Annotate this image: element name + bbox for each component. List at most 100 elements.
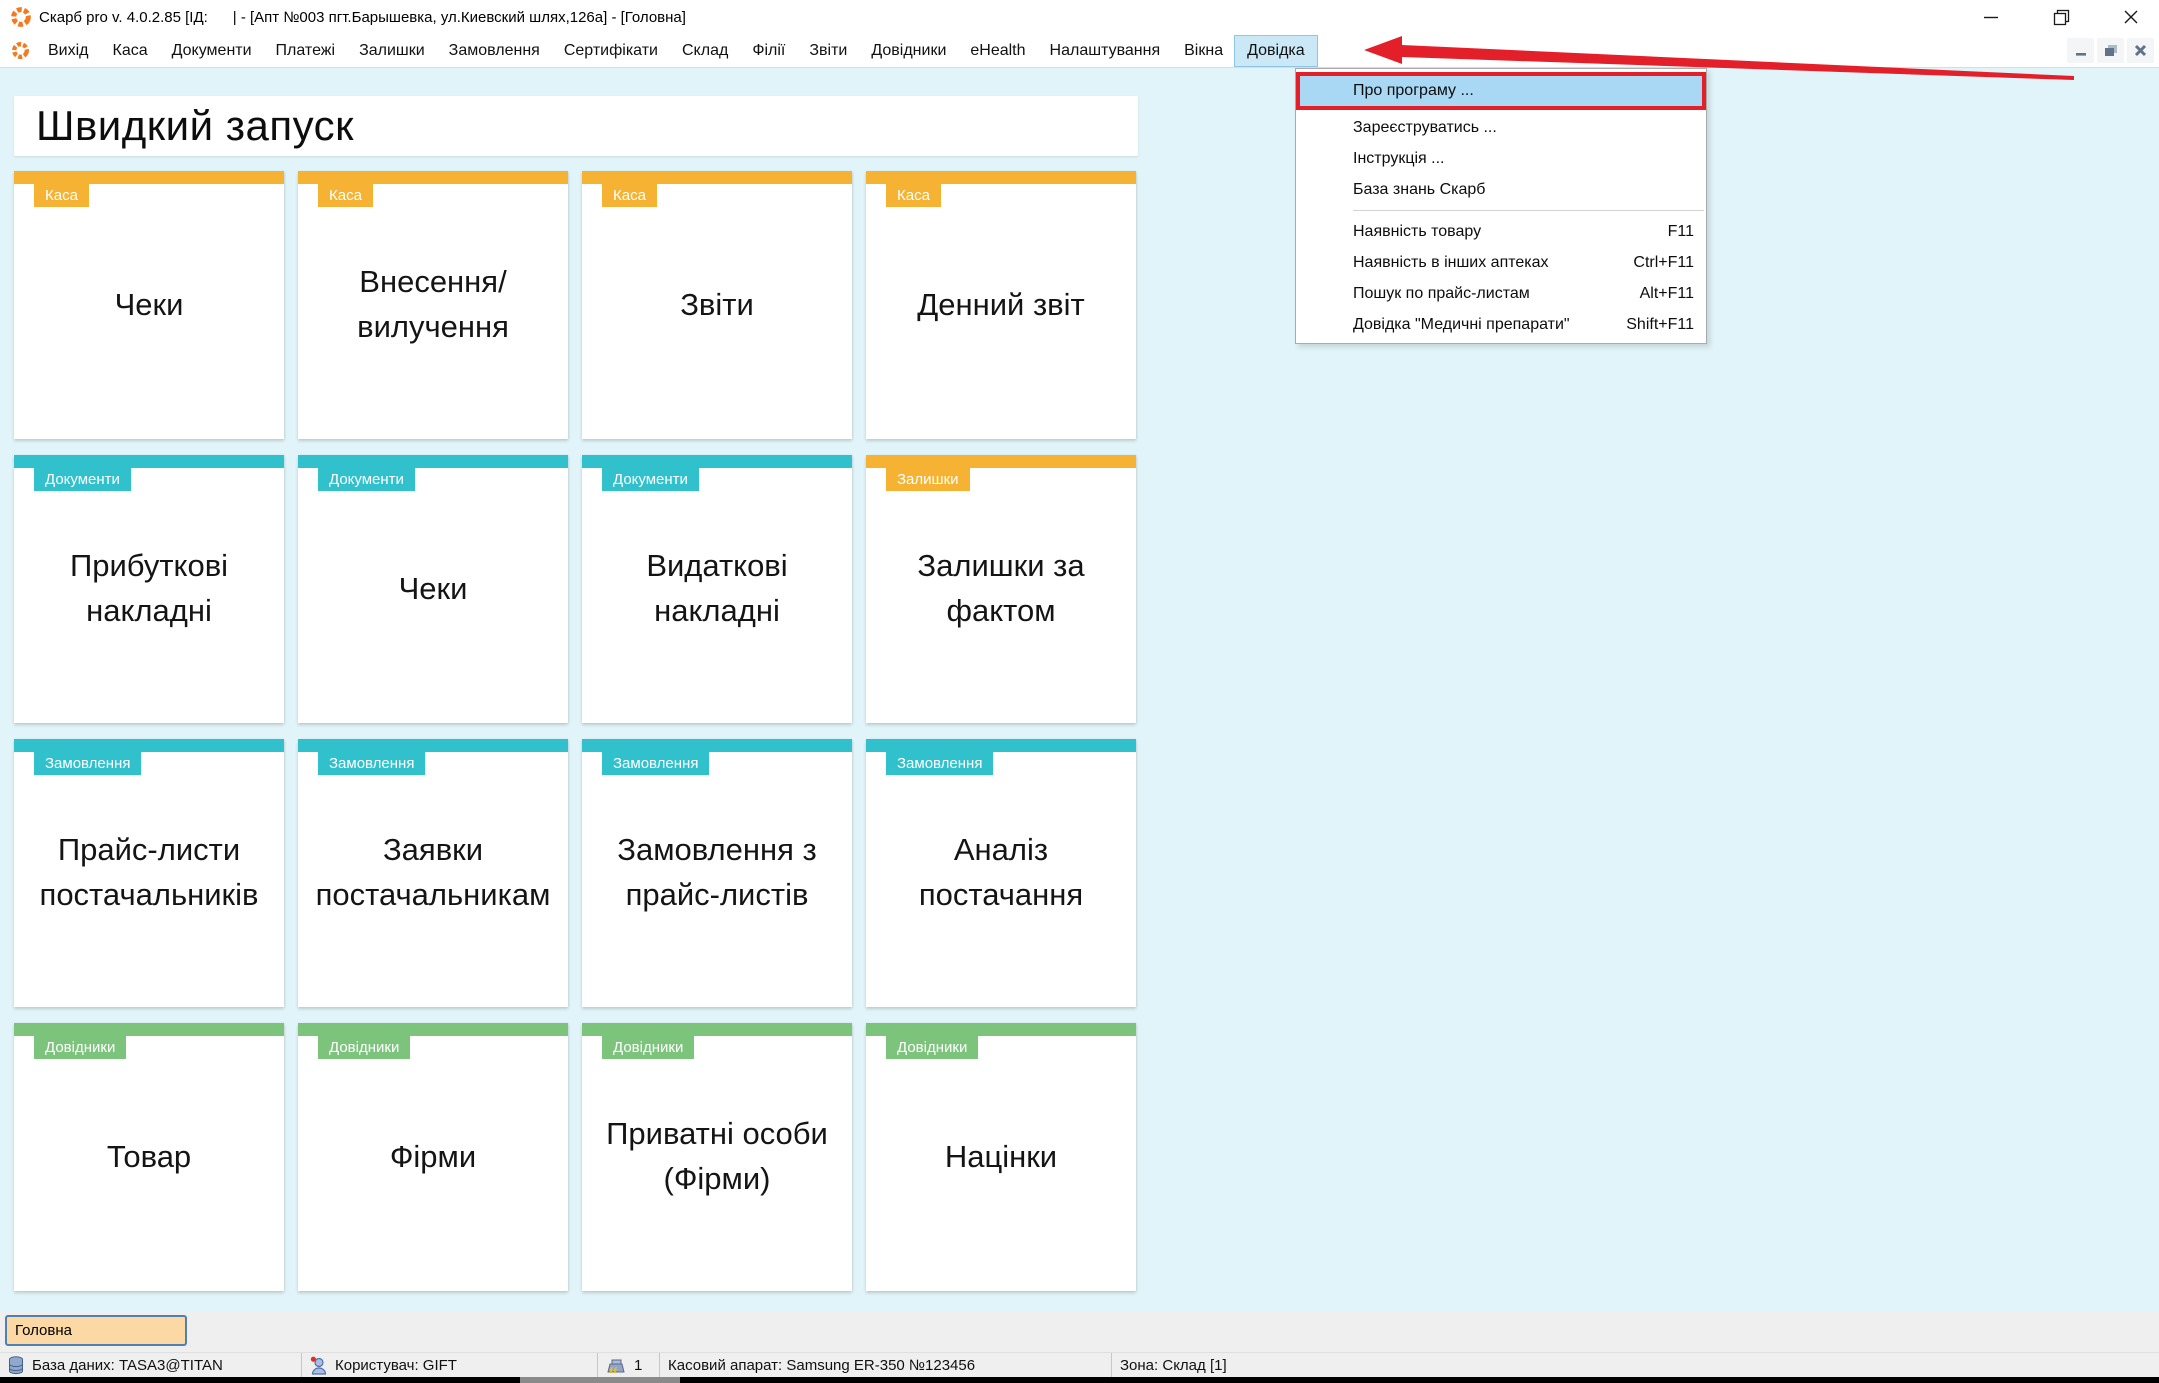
close-icon <box>2123 9 2139 25</box>
tile-zamovlennia-z-prais-lystiv[interactable]: Замовлення Замовлення з прайс-листів <box>582 739 852 1007</box>
menu-item-vykhid[interactable]: Вихід <box>36 36 101 66</box>
tile-firmy[interactable]: Довідники Фірми <box>298 1023 568 1291</box>
menu-item-label: Інструкція ... <box>1353 150 1445 168</box>
tile-label: Звіти <box>582 171 852 439</box>
tile-analiz-postachannia[interactable]: Замовлення Аналіз постачання <box>866 739 1136 1007</box>
help-item-availability[interactable]: Наявність товару F11 <box>1296 216 1706 247</box>
tile-tovar[interactable]: Довідники Товар <box>14 1023 284 1291</box>
menu-item-sklad[interactable]: Склад <box>670 36 740 66</box>
menu-item-ehealth[interactable]: eHealth <box>958 36 1037 66</box>
mdi-window-controls <box>2067 38 2154 63</box>
tile-dennyi-zvit[interactable]: Каса Денний звіт <box>866 171 1136 439</box>
status-register: Касовий апарат: Samsung ER-350 №123456 <box>660 1353 1112 1378</box>
tile-zalyshky-za-faktom[interactable]: Залишки Залишки за фактом <box>866 455 1136 723</box>
app-logo-icon <box>10 6 32 28</box>
tile-prais-lysty-postachalnykiv[interactable]: Замовлення Прайс-листи постачальників <box>14 739 284 1007</box>
quick-launch-header: Швидкий запуск <box>14 96 1138 156</box>
status-register-count-value: 1 <box>634 1357 642 1374</box>
help-item-instruction[interactable]: Інструкція ... <box>1296 143 1706 174</box>
menu-item-dovidnyky[interactable]: Довідники <box>859 36 958 66</box>
menu-item-label: Довідка "Медичні препарати" <box>1353 316 1570 334</box>
menu-item-label: Зареєструватись ... <box>1353 119 1497 137</box>
minimize-icon <box>1983 9 1999 25</box>
menu-separator <box>1353 210 1704 211</box>
menu-item-label: Про програму ... <box>1353 82 1474 100</box>
menu-item-label: Наявність товару <box>1353 223 1481 241</box>
tile-natsinky[interactable]: Довідники Націнки <box>866 1023 1136 1291</box>
taskbar-peek <box>520 1377 680 1383</box>
status-database: База даних: TASA3@TITAN <box>0 1353 302 1378</box>
window-controls <box>1981 0 2141 34</box>
mdi-minimize-button[interactable] <box>2067 38 2094 63</box>
menu-item-zamovlennia[interactable]: Замовлення <box>437 36 552 66</box>
tile-prybutkovi-nakladni[interactable]: Документи Прибуткові накладні <box>14 455 284 723</box>
status-zone-label: Зона: Склад [1] <box>1120 1357 1227 1374</box>
tab-strip: Головна <box>0 1311 2159 1352</box>
user-icon <box>310 1356 327 1375</box>
menu-logo-icon <box>11 41 30 60</box>
quick-launch-grid: Каса Чеки Каса Внесення/вилучення Каса З… <box>14 171 1138 1291</box>
status-database-label: База даних: TASA3@TITAN <box>32 1357 223 1374</box>
restore-icon <box>2104 44 2118 57</box>
tile-vydatkovi-nakladni[interactable]: Документи Видаткові накладні <box>582 455 852 723</box>
menu-item-shortcut: Ctrl+F11 <box>1633 254 1694 272</box>
menu-item-filii[interactable]: Філії <box>740 36 797 66</box>
help-item-knowledge-base[interactable]: База знань Скарб <box>1296 174 1706 205</box>
tile-label: Заявки постачальникам <box>298 739 568 1007</box>
tile-label: Внесення/вилучення <box>298 171 568 439</box>
status-zone: Зона: Склад [1] <box>1112 1353 2159 1378</box>
menubar: Вихід Каса Документи Платежі Залишки Зам… <box>0 34 2159 68</box>
menu-item-dokumenty[interactable]: Документи <box>160 36 264 66</box>
tile-pryvatni-osoby[interactable]: Довідники Приватні особи (Фірми) <box>582 1023 852 1291</box>
menu-item-label: Пошук по прайс-листам <box>1353 285 1530 303</box>
close-button[interactable] <box>2121 7 2141 27</box>
status-register-count: 1 <box>598 1353 660 1378</box>
status-bar: База даних: TASA3@TITAN Користувач: GIFT <box>0 1352 2159 1378</box>
menu-item-label: Наявність в інших аптеках <box>1353 254 1549 272</box>
minimize-button[interactable] <box>1981 7 2001 27</box>
close-icon <box>2134 44 2147 57</box>
window-title: Скарб pro v. 4.0.2.85 [ІД: | - [Апт №003… <box>39 9 686 26</box>
app-window: Скарб pro v. 4.0.2.85 [ІД: | - [Апт №003… <box>0 0 2159 1383</box>
tile-cheky-dokumenty[interactable]: Документи Чеки <box>298 455 568 723</box>
menu-item-shortcut: Alt+F11 <box>1640 285 1694 303</box>
menu-item-zalyshky[interactable]: Залишки <box>347 36 437 66</box>
menu-item-platezhi[interactable]: Платежі <box>264 36 348 66</box>
tile-label: Чеки <box>14 171 284 439</box>
restore-icon <box>2053 9 2070 26</box>
minimize-icon <box>2075 45 2087 57</box>
annotation-highlight-box: Про програму ... <box>1296 72 1706 110</box>
menu-item-sertyfikaty[interactable]: Сертифікати <box>552 36 670 66</box>
restore-button[interactable] <box>2051 7 2071 27</box>
menu-item-zvity[interactable]: Звіти <box>797 36 859 66</box>
help-item-medical-reference[interactable]: Довідка "Медичні препарати" Shift+F11 <box>1296 309 1706 340</box>
tile-label: Замовлення з прайс-листів <box>582 739 852 1007</box>
menu-item-dovidka[interactable]: Довідка <box>1235 36 1317 66</box>
tile-vnesennia-vyluchennia[interactable]: Каса Внесення/вилучення <box>298 171 568 439</box>
tab-holovna[interactable]: Головна <box>5 1315 187 1346</box>
cash-register-icon <box>606 1357 626 1374</box>
mdi-restore-button[interactable] <box>2097 38 2124 63</box>
menu-item-vikna[interactable]: Вікна <box>1172 36 1235 66</box>
tile-cheky[interactable]: Каса Чеки <box>14 171 284 439</box>
menu-item-kasa[interactable]: Каса <box>101 36 160 66</box>
help-item-price-list-search[interactable]: Пошук по прайс-листам Alt+F11 <box>1296 278 1706 309</box>
mdi-close-button[interactable] <box>2127 38 2154 63</box>
tab-label: Головна <box>15 1322 72 1339</box>
tile-label: Видаткові накладні <box>582 455 852 723</box>
help-menu: Про програму ... Зареєструватись ... Інс… <box>1295 68 1707 344</box>
tile-label: Приватні особи (Фірми) <box>582 1023 852 1291</box>
help-item-register[interactable]: Зареєструватись ... <box>1296 112 1706 143</box>
status-register-label: Касовий апарат: Samsung ER-350 №123456 <box>668 1357 975 1374</box>
page-title: Швидкий запуск <box>36 102 354 150</box>
help-item-availability-other-pharmacies[interactable]: Наявність в інших аптеках Ctrl+F11 <box>1296 247 1706 278</box>
tile-label: Чеки <box>298 455 568 723</box>
menu-items: Вихід Каса Документи Платежі Залишки Зам… <box>36 36 1317 66</box>
tile-zaiavky-postachalnykam[interactable]: Замовлення Заявки постачальникам <box>298 739 568 1007</box>
tile-zvity[interactable]: Каса Звіти <box>582 171 852 439</box>
screen-edge-strip <box>0 1377 2159 1383</box>
menu-item-nalashtuvannia[interactable]: Налаштування <box>1038 36 1173 66</box>
tile-label: Прайс-листи постачальників <box>14 739 284 1007</box>
help-item-about[interactable]: Про програму ... <box>1300 76 1702 106</box>
tile-label: Залишки за фактом <box>866 455 1136 723</box>
